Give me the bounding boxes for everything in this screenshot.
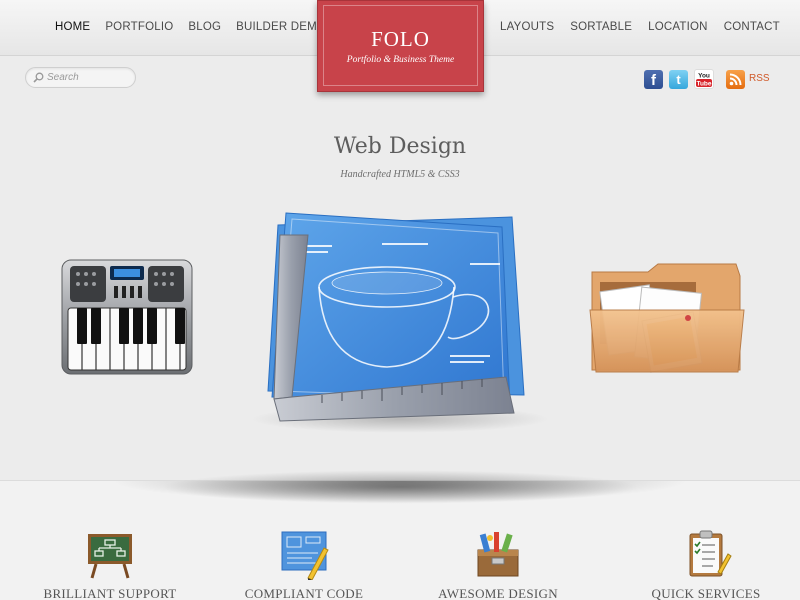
feature-label: BRILLIANT SUPPORT [43, 586, 177, 600]
nav-item-blog[interactable]: BLOG [188, 21, 221, 33]
rss-link[interactable]: RSS [749, 73, 770, 84]
youtube-logo-tube: Tube [696, 81, 711, 88]
youtube-logo-you: You [698, 73, 710, 80]
facebook-icon[interactable]: f [644, 70, 663, 89]
youtube-icon[interactable]: You Tube [694, 69, 714, 89]
nav-item-home[interactable]: HOME [55, 21, 90, 33]
hero-subtitle: Handcrafted HTML5 & CSS3 [340, 169, 460, 180]
logo-tagline: Portfolio & Business Theme [346, 55, 455, 65]
site-logo[interactable]: FOLO Portfolio & Business Theme [317, 0, 484, 92]
search-icon [33, 72, 44, 83]
chalkboard-icon [88, 534, 132, 579]
folder-photos-icon[interactable] [588, 260, 748, 378]
twitter-icon[interactable]: t [669, 70, 688, 89]
feature-label: AWESOME DESIGN [438, 586, 558, 600]
feature-compliant-code[interactable]: COMPLIANT CODE [224, 528, 384, 600]
feature-label: QUICK SERVICES [651, 586, 761, 600]
main-nav-right: LAYOUTS SORTABLE LOCATION CONTACT [500, 21, 796, 33]
nav-item-portfolio[interactable]: PORTFOLIO [105, 21, 173, 33]
search-box [25, 67, 136, 88]
clipboard-icon [689, 530, 732, 577]
piano-synth-icon[interactable] [60, 258, 194, 378]
nav-item-sortable[interactable]: SORTABLE [570, 21, 632, 33]
band-shadow [110, 481, 690, 503]
search-input[interactable] [47, 70, 132, 85]
toolbox-icon [477, 532, 519, 577]
blueprint-icon [281, 531, 329, 580]
main-nav-left: HOME PORTFOLIO BLOG BUILDER DEMOS [55, 21, 349, 33]
feature-awesome-design[interactable]: AWESOME DESIGN [418, 528, 578, 600]
feature-brilliant-support[interactable]: BRILLIANT SUPPORT [30, 528, 190, 600]
nav-item-layouts[interactable]: LAYOUTS [500, 21, 554, 33]
feature-label: COMPLIANT CODE [244, 586, 364, 600]
nav-item-location[interactable]: LOCATION [648, 21, 708, 33]
feature-quick-services[interactable]: QUICK SERVICES [626, 528, 786, 600]
nav-item-contact[interactable]: CONTACT [724, 21, 780, 33]
rss-icon[interactable] [726, 70, 745, 89]
blueprint-cup-illustration[interactable] [262, 205, 534, 423]
youtube-logo: You Tube [696, 73, 712, 88]
hero-title: Web Design [333, 134, 467, 159]
rss-icon-glyph [729, 73, 742, 86]
logo-title: FOLO [371, 27, 430, 51]
